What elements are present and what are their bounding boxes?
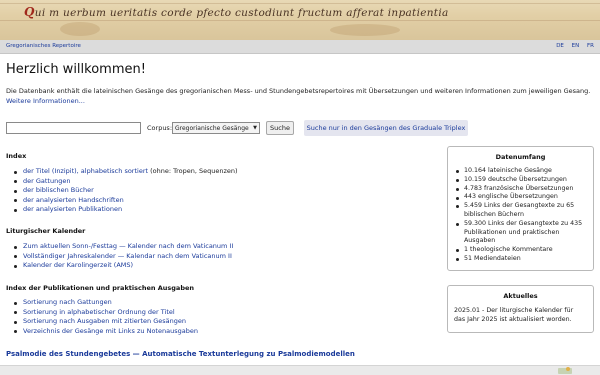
- list-item: Vollständiger Jahreskalender — Kalendar …: [14, 252, 233, 262]
- banner-ruling: [0, 20, 600, 21]
- search-button[interactable]: Suche: [266, 121, 294, 135]
- banner-ruling: [0, 3, 600, 4]
- stats-item: 10.164 lateinische Gesänge: [456, 167, 587, 176]
- calendar-current-link[interactable]: Zum aktuellen Sonn-/Festtag — Kalender n…: [23, 242, 233, 250]
- banner-script: Qui m uerbum ueritatis corde pfecto cust…: [24, 5, 449, 19]
- list-item: Sortierung nach Gattungen: [14, 298, 198, 308]
- stats-box: Datenumfang 10.164 lateinische Gesänge 1…: [447, 146, 594, 271]
- corpus-selected-value: Gregorianische Gesänge: [175, 125, 249, 132]
- calendar-heading: Liturgischer Kalender: [6, 227, 86, 235]
- corpus-label: Corpus:: [147, 124, 173, 132]
- calendar-carolingian-link[interactable]: Kalender der Karolingerzeit (AMS): [23, 261, 133, 269]
- news-box: Aktuelles 2025.01 - Der liturgische Kale…: [447, 285, 594, 333]
- news-text: 2025.01 - Der liturgische Kalender für d…: [454, 307, 574, 323]
- chevron-down-icon: ▼: [253, 125, 257, 131]
- pub-alphabetical-link[interactable]: Sortierung in alphabetischer Ordnung der…: [23, 308, 175, 316]
- calendar-full-link[interactable]: Vollständiger Jahreskalender — Kalendar …: [23, 252, 232, 260]
- list-item: der analysierten Handschriften: [14, 196, 238, 206]
- psalmody-link[interactable]: Psalmodie des Stundengebetes — Automatis…: [6, 350, 355, 358]
- lang-en-link[interactable]: EN: [572, 43, 580, 49]
- list-item: Verzeichnis der Gesänge mit Links zu Not…: [14, 327, 198, 337]
- manuscript-banner: Qui m uerbum ueritatis corde pfecto cust…: [0, 0, 600, 40]
- list-item: Sortierung nach Ausgaben mit zitierten G…: [14, 317, 198, 327]
- page-title: Herzlich willkommen!: [6, 62, 146, 77]
- search-input[interactable]: [6, 122, 141, 134]
- index-heading: Index: [6, 152, 27, 160]
- stats-list: 10.164 lateinische Gesänge 10.159 deutsc…: [448, 167, 593, 270]
- list-item: Kalender der Karolingerzeit (AMS): [14, 261, 233, 271]
- stats-item: 10.159 deutsche Übersetzungen: [456, 176, 587, 185]
- footer-logo-mark-icon: [566, 367, 570, 371]
- index-list: der Titel (Inzipit), alphabetisch sortie…: [14, 167, 238, 215]
- index-titles-link[interactable]: der Titel (Inzipit), alphabetisch sortie…: [23, 167, 148, 175]
- index-manuscripts-link[interactable]: der analysierten Handschriften: [23, 196, 124, 204]
- language-switcher: DE EN FR: [550, 43, 594, 49]
- intro-paragraph: Die Datenbank enthält die lateinischen G…: [6, 86, 596, 106]
- list-item: der Gattungen: [14, 177, 238, 187]
- list-item: Sortierung in alphabetischer Ordnung der…: [14, 308, 198, 318]
- pub-by-edition-link[interactable]: Sortierung nach Ausgaben mit zitierten G…: [23, 317, 186, 325]
- news-title: Aktuelles: [503, 292, 538, 300]
- lang-fr-link[interactable]: FR: [587, 43, 594, 49]
- stats-item: 51 Mediendateien: [456, 255, 587, 264]
- pub-notation-links-link[interactable]: Verzeichnis der Gesänge mit Links zu Not…: [23, 327, 198, 335]
- home-link[interactable]: Gregorianisches Repertoire: [6, 43, 81, 49]
- stats-title: Datenumfang: [495, 153, 546, 161]
- banner-script-text: ui m uerbum ueritatis corde pfecto custo…: [34, 7, 449, 19]
- index-publications-link[interactable]: der analysierten Publikationen: [23, 205, 122, 213]
- stats-item: 1 theologische Kommentare: [456, 246, 587, 255]
- publications-list: Sortierung nach Gattungen Sortierung in …: [14, 298, 198, 336]
- graduale-triplex-search-button[interactable]: Suche nur in den Gesängen des Graduale T…: [304, 120, 468, 136]
- banner-stain: [330, 24, 400, 36]
- top-navbar: Gregorianisches Repertoire DE EN FR: [0, 40, 600, 54]
- calendar-list: Zum aktuellen Sonn-/Festtag — Kalender n…: [14, 242, 233, 271]
- index-genres-link[interactable]: der Gattungen: [23, 177, 70, 185]
- list-item: der biblischen Bücher: [14, 186, 238, 196]
- index-titles-note: (ohne: Tropen, Sequenzen): [148, 167, 238, 175]
- intro-text: Die Datenbank enthält die lateinischen G…: [6, 87, 591, 95]
- pub-by-genre-link[interactable]: Sortierung nach Gattungen: [23, 298, 112, 306]
- list-item: der Titel (Inzipit), alphabetisch sortie…: [14, 167, 238, 177]
- banner-stain: [60, 22, 100, 36]
- lang-de-link[interactable]: DE: [556, 43, 564, 49]
- page-footer: [0, 365, 600, 375]
- corpus-select[interactable]: Gregorianische Gesänge ▼: [172, 122, 260, 134]
- stats-item: 5.459 Links der Gesangtexte zu 65 biblis…: [456, 202, 587, 220]
- publications-heading: Index der Publikationen und praktischen …: [6, 284, 195, 292]
- stats-item: 443 englische Übersetzungen: [456, 193, 587, 202]
- list-item: Zum aktuellen Sonn-/Festtag — Kalender n…: [14, 242, 233, 252]
- list-item: der analysierten Publikationen: [14, 205, 238, 215]
- index-books-link[interactable]: der biblischen Bücher: [23, 186, 94, 194]
- more-info-link[interactable]: Weitere Informationen...: [6, 97, 85, 105]
- stats-item: 59.300 Links der Gesangtexte zu 435 Publ…: [456, 220, 587, 246]
- banner-initial: Q: [24, 5, 35, 19]
